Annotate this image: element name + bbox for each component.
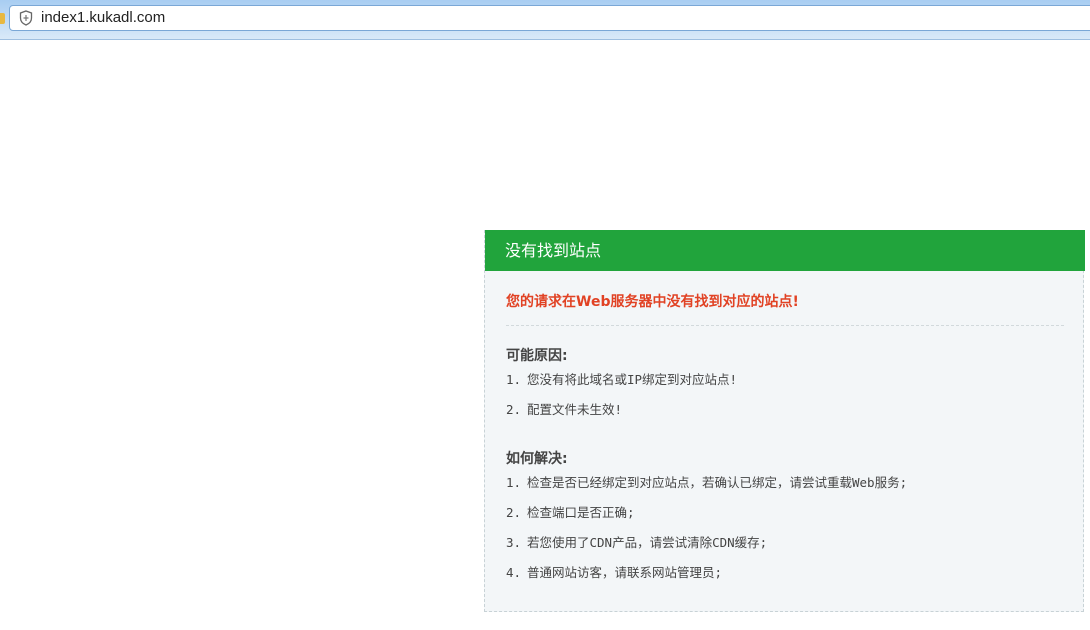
list-text: 若您使用了CDN产品，请尝试清除CDN缓存; — [527, 535, 768, 550]
lock-icon — [0, 13, 5, 24]
list-text: 检查是否已经绑定到对应站点，若确认已绑定，请尝试重载Web服务; — [527, 475, 908, 490]
list-number: 1. — [506, 372, 522, 387]
panel-body: 您的请求在Web服务器中没有找到对应的站点! 可能原因: 1. 您没有将此域名或I… — [506, 271, 1064, 588]
list-item: 2. 配置文件未生效! — [506, 395, 1064, 425]
panel-header: 没有找到站点 — [485, 230, 1085, 271]
list-text: 普通网站访客，请联系网站管理员; — [527, 565, 723, 580]
list-text: 检查端口是否正确; — [527, 505, 635, 520]
solutions-list: 1. 检查是否已经绑定到对应站点，若确认已绑定，请尝试重载Web服务; 2. 检查端… — [506, 468, 1064, 588]
list-number: 4. — [506, 565, 522, 580]
error-message: 您的请求在Web服务器中没有找到对应的站点! — [506, 294, 799, 310]
list-item: 1. 您没有将此域名或IP绑定到对应站点! — [506, 365, 1064, 395]
list-number: 2. — [506, 505, 522, 520]
list-item: 3. 若您使用了CDN产品，请尝试清除CDN缓存; — [506, 528, 1064, 558]
list-text: 您没有将此域名或IP绑定到对应站点! — [527, 372, 738, 387]
list-number: 1. — [506, 475, 522, 490]
divider — [506, 325, 1064, 326]
shield-icon[interactable] — [19, 10, 33, 26]
address-bar[interactable]: index1.kukadl.com — [9, 5, 1090, 31]
list-item: 2. 检查端口是否正确; — [506, 498, 1064, 528]
list-item: 1. 检查是否已经绑定到对应站点，若确认已绑定，请尝试重载Web服务; — [506, 468, 1064, 498]
solutions-title: 如何解决: — [506, 451, 568, 467]
url-text[interactable]: index1.kukadl.com — [41, 9, 165, 26]
browser-toolbar: index1.kukadl.com — [0, 0, 1090, 40]
error-panel: 没有找到站点 您的请求在Web服务器中没有找到对应的站点! 可能原因: 1. 您没… — [484, 230, 1085, 612]
list-number: 3. — [506, 535, 522, 550]
list-text: 配置文件未生效! — [527, 402, 623, 417]
list-number: 2. — [506, 402, 522, 417]
reasons-list: 1. 您没有将此域名或IP绑定到对应站点! 2. 配置文件未生效! — [506, 365, 1064, 425]
list-item: 4. 普通网站访客，请联系网站管理员; — [506, 558, 1064, 588]
reasons-title: 可能原因: — [506, 348, 568, 364]
